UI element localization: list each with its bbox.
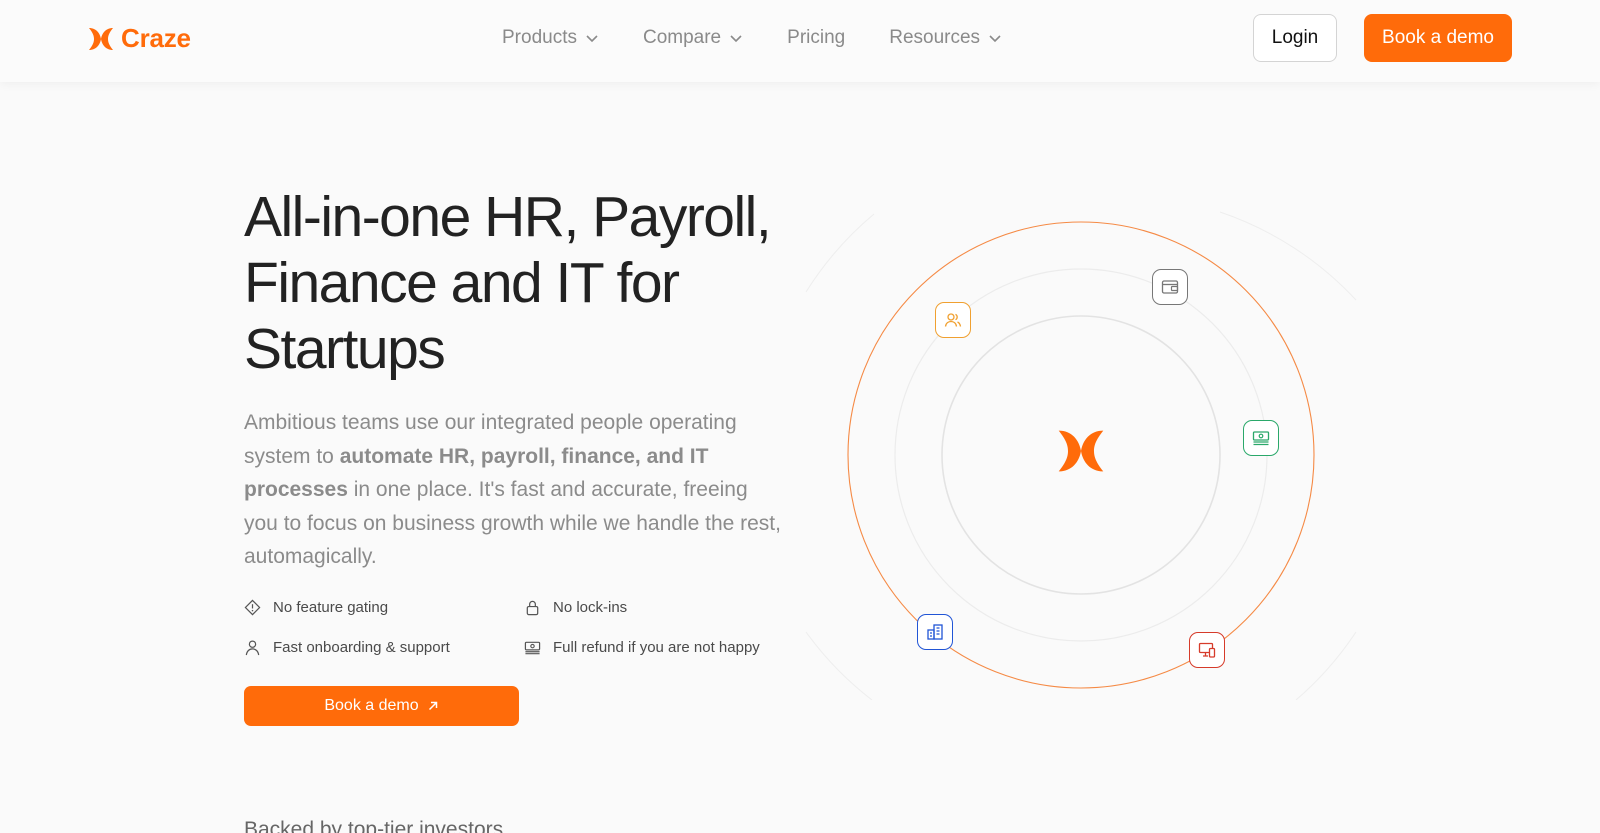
product-orbit-illustration bbox=[800, 200, 1360, 700]
feature-label: Fast onboarding & support bbox=[273, 638, 450, 656]
login-button[interactable]: Login bbox=[1253, 14, 1337, 62]
brand-logo[interactable]: Craze bbox=[87, 23, 191, 54]
hero-title: All-in-one HR, Payroll, Finance and IT f… bbox=[244, 185, 772, 381]
nav-resources-label: Resources bbox=[889, 27, 981, 48]
book-demo-nav-button[interactable]: Book a demo bbox=[1364, 14, 1512, 62]
user-icon bbox=[245, 639, 260, 655]
company-building-node[interactable] bbox=[917, 614, 953, 650]
cash-icon bbox=[524, 641, 541, 654]
wallet-icon bbox=[1161, 280, 1179, 294]
brand-name: Craze bbox=[121, 23, 191, 53]
it-device-node[interactable] bbox=[1189, 632, 1225, 668]
money-icon bbox=[1252, 431, 1270, 446]
book-demo-hero-label: Book a demo bbox=[324, 697, 419, 714]
nav-pricing-label: Pricing bbox=[787, 27, 846, 48]
nav-pricing[interactable]: Pricing bbox=[787, 24, 845, 52]
finance-wallet-node[interactable] bbox=[1152, 269, 1188, 305]
backed-by-heading: Backed by top-tier investors bbox=[244, 818, 504, 833]
lock-icon bbox=[526, 600, 539, 615]
feature-item: No feature gating bbox=[244, 596, 524, 618]
nav-products[interactable]: Products bbox=[502, 24, 599, 52]
feature-label: Full refund if you are not happy bbox=[553, 638, 760, 656]
building-icon bbox=[927, 624, 943, 640]
payroll-money-node[interactable] bbox=[1243, 420, 1279, 456]
nav-resources[interactable]: Resources bbox=[889, 24, 1002, 52]
main-nav: Products Compare Pricing Resources bbox=[502, 24, 1002, 52]
hr-people-node[interactable] bbox=[935, 302, 971, 338]
feature-label: No feature gating bbox=[273, 598, 389, 616]
craze-logo-icon bbox=[89, 27, 113, 50]
chevron-down-icon bbox=[730, 35, 742, 43]
nav-compare[interactable]: Compare bbox=[643, 24, 743, 52]
arrow-up-right-icon bbox=[428, 701, 437, 711]
nav-compare-label: Compare bbox=[642, 27, 722, 48]
feature-item: Full refund if you are not happy bbox=[524, 636, 804, 658]
feature-item: Fast onboarding & support bbox=[244, 636, 524, 658]
craze-center-logo-icon bbox=[1058, 430, 1104, 472]
chevron-down-icon bbox=[989, 35, 1001, 43]
feature-item: No lock-ins bbox=[524, 596, 804, 618]
hero-description: Ambitious teams use our integrated peopl… bbox=[244, 406, 784, 574]
nav-products-label: Products bbox=[502, 27, 577, 48]
tag-icon bbox=[244, 599, 261, 615]
device-icon bbox=[1198, 642, 1216, 658]
feature-list: No feature gating No lock-ins Fast onboa… bbox=[244, 596, 804, 658]
top-navbar: Craze Products Compare Pricing Resources… bbox=[0, 0, 1600, 82]
chevron-down-icon bbox=[586, 35, 598, 43]
feature-label: No lock-ins bbox=[553, 598, 628, 616]
book-demo-hero-button[interactable]: Book a demo bbox=[244, 686, 519, 726]
people-icon bbox=[944, 313, 962, 327]
